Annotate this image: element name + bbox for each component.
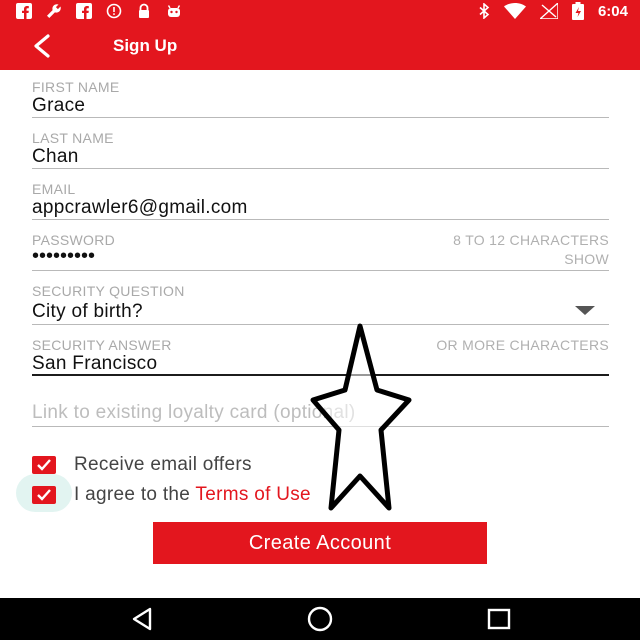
checkmark-icon <box>37 459 51 471</box>
security-answer-hint: OR MORE CHARACTERS <box>436 337 609 353</box>
email-offers-checkbox[interactable] <box>32 456 56 474</box>
terms-of-use-link[interactable]: Terms of Use <box>195 484 311 505</box>
checkmark-icon <box>37 489 51 501</box>
home-circle-icon[interactable] <box>305 606 335 632</box>
first-name-field[interactable]: FIRST NAME Grace <box>32 78 609 118</box>
recents-square-icon[interactable] <box>484 606 514 632</box>
last-name-field[interactable]: LAST NAME Chan <box>32 129 609 169</box>
status-bar: 6:04 <box>0 0 640 22</box>
security-question-label: SECURITY QUESTION <box>32 283 185 299</box>
security-question-select[interactable]: SECURITY QUESTION City of birth? <box>32 282 609 325</box>
last-name-value: Chan <box>32 146 79 167</box>
back-triangle-icon[interactable] <box>128 606 158 632</box>
app-bar: Sign Up <box>0 22 640 70</box>
security-answer-value: San Francisco <box>32 353 158 374</box>
facebook-icon <box>76 3 92 19</box>
battery-icon <box>571 2 584 20</box>
last-name-label: LAST NAME <box>32 130 114 146</box>
email-offers-label: Receive email offers <box>74 454 252 475</box>
wrench-icon <box>47 4 61 18</box>
show-password-button[interactable]: SHOW <box>564 251 609 267</box>
lock-icon <box>139 3 149 18</box>
security-answer-label: SECURITY ANSWER <box>32 337 172 353</box>
create-account-button[interactable]: Create Account <box>153 522 487 564</box>
page-title: Sign Up <box>113 36 178 55</box>
nav-bar <box>0 598 640 640</box>
first-name-value: Grace <box>32 95 86 116</box>
agree-terms-row[interactable]: I agree to the Terms of Use <box>32 484 311 506</box>
signal-icon <box>539 3 558 19</box>
android-icon <box>167 5 181 17</box>
bluetooth-icon <box>479 3 490 19</box>
password-field[interactable]: PASSWORD 8 TO 12 CHARACTERS ••••••••• SH… <box>32 231 609 271</box>
agree-prefix: I agree to the <box>74 484 196 505</box>
security-answer-field[interactable]: SECURITY ANSWER OR MORE CHARACTERS San F… <box>32 336 609 376</box>
alert-icon <box>106 3 122 19</box>
password-hint: 8 TO 12 CHARACTERS <box>453 232 609 248</box>
facebook-icon <box>16 3 32 19</box>
security-question-value: City of birth? <box>32 301 143 322</box>
email-offers-row[interactable]: Receive email offers <box>32 454 252 476</box>
wifi-icon <box>503 3 526 19</box>
agree-terms-checkbox[interactable] <box>32 486 56 504</box>
agree-terms-label: I agree to the Terms of Use <box>74 484 311 506</box>
loyalty-card-field[interactable]: Link to existing loyalty card (optional) <box>32 400 609 427</box>
email-field[interactable]: EMAIL appcrawler6@gmail.com <box>32 180 609 220</box>
email-value: appcrawler6@gmail.com <box>32 197 248 218</box>
dropdown-caret-icon[interactable] <box>575 306 595 315</box>
back-arrow-icon[interactable] <box>28 32 58 60</box>
email-label: EMAIL <box>32 181 76 197</box>
password-value: ••••••••• <box>32 245 96 267</box>
first-name-label: FIRST NAME <box>32 79 120 95</box>
status-time: 6:04 <box>597 2 628 20</box>
loyalty-card-placeholder: Link to existing loyalty card (optional) <box>32 402 356 423</box>
